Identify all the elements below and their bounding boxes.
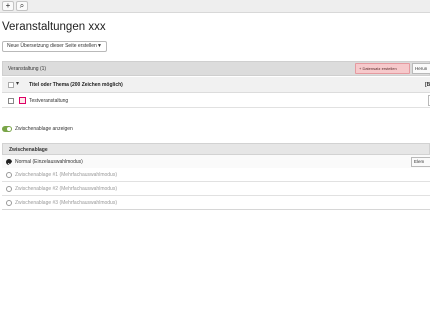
divider: [2, 209, 430, 210]
column-extra: [B: [425, 82, 430, 88]
radio-button[interactable]: [6, 172, 12, 178]
row-checkbox[interactable]: [8, 98, 14, 104]
chevron-down-icon[interactable]: ▾: [16, 80, 19, 87]
clipboard-row-3[interactable]: Zwischenablage #3 (Mehrfachauswahlmodus): [2, 196, 430, 210]
search-icon[interactable]: ⌕: [16, 1, 28, 11]
records-column-header: ▾ Titel oder Thema (200 Zeichen möglich)…: [2, 77, 430, 93]
new-record-button[interactable]: + Datensatz erstellen: [355, 63, 410, 74]
element-button[interactable]: Elem: [411, 157, 430, 167]
translation-select-label: Neue Übersetzung dieser Seite erstellen: [7, 43, 97, 49]
translation-select[interactable]: Neue Übersetzung dieser Seite erstellen …: [2, 41, 107, 52]
toggle-switch[interactable]: [2, 126, 12, 132]
table-row[interactable]: Testveranstaltung: [2, 94, 430, 108]
radio-button[interactable]: [6, 186, 12, 192]
clipboard-label[interactable]: Zwischenablage #2 (Mehrfachauswahlmodus): [15, 186, 117, 192]
clipboard-label[interactable]: Zwischenablage #3 (Mehrfachauswahlmodus): [15, 200, 117, 206]
clipboard-toggle-label: Zwischenablage anzeigen: [15, 126, 73, 132]
clipboard-title: Zwischenablage: [9, 147, 48, 153]
clipboard-row-normal[interactable]: Normal (Einzelauswahlmodus) Elem: [2, 155, 430, 169]
record-icon[interactable]: [19, 97, 26, 104]
records-panel-header: Veranstaltung (1) + Datensatz erstellen …: [2, 61, 430, 76]
page-title: Veranstaltungen xxx: [2, 21, 106, 33]
plus-icon[interactable]: +: [2, 1, 14, 11]
clipboard-label[interactable]: Zwischenablage #1 (Mehrfachauswahlmodus): [15, 172, 117, 178]
column-title[interactable]: Titel oder Thema (200 Zeichen möglich): [29, 82, 123, 88]
clipboard-row-1[interactable]: Zwischenablage #1 (Mehrfachauswahlmodus): [2, 168, 430, 182]
records-table-title[interactable]: Veranstaltung (1): [8, 66, 46, 72]
clipboard-row-2[interactable]: Zwischenablage #2 (Mehrfachauswahlmodus): [2, 182, 430, 196]
select-all-checkbox[interactable]: [8, 82, 14, 88]
chevron-down-icon: ▼: [97, 43, 102, 49]
show-hidden-button[interactable]: Herun: [412, 63, 430, 74]
radio-button[interactable]: [6, 200, 12, 206]
clipboard-label[interactable]: Normal (Einzelauswahlmodus): [15, 159, 83, 165]
radio-selected[interactable]: [6, 159, 12, 165]
clipboard-header: Zwischenablage: [2, 143, 430, 155]
top-toolbar: + ⌕: [0, 0, 430, 13]
record-title[interactable]: Testveranstaltung: [29, 98, 68, 104]
